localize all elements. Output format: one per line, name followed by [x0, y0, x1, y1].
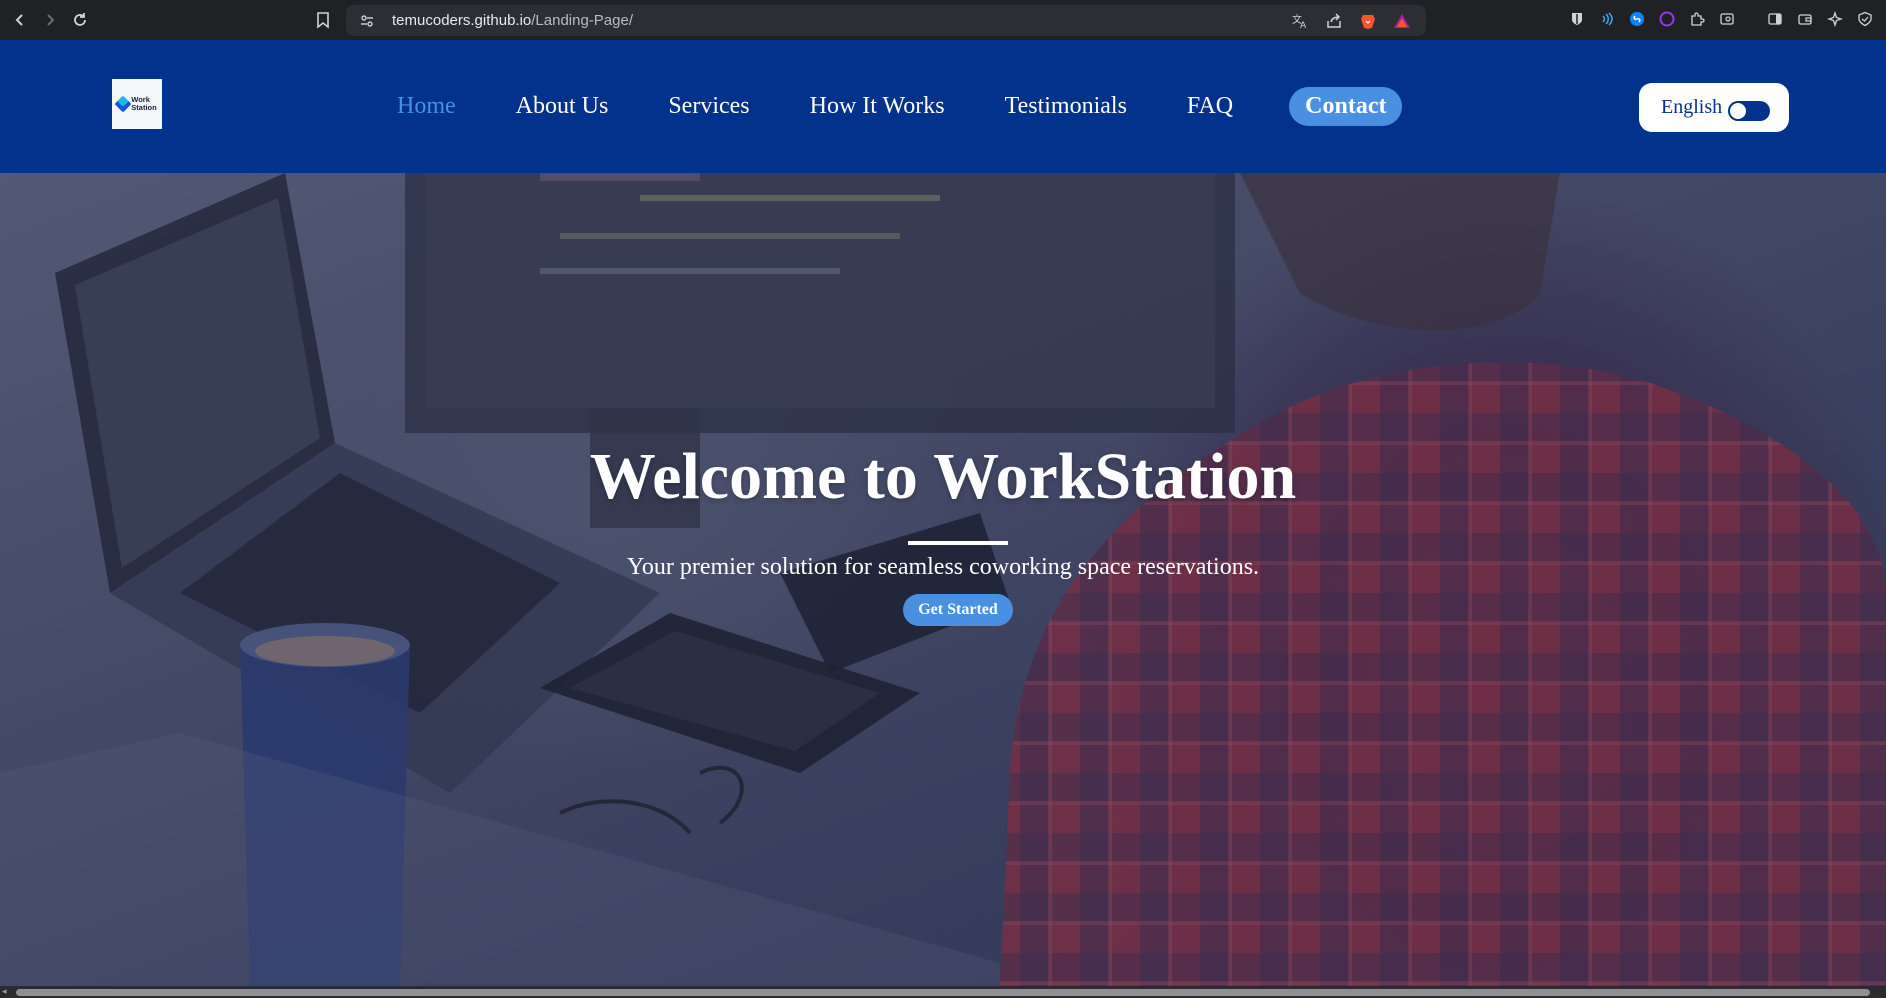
contact-button[interactable]: Contact	[1289, 87, 1403, 126]
workstation-logo[interactable]: Work Station	[112, 79, 162, 129]
reload-icon[interactable]	[68, 8, 92, 32]
share-icon[interactable]	[1324, 11, 1344, 31]
logo-mark-icon	[114, 95, 132, 113]
nav-link-testimonials[interactable]: Testimonials	[1005, 93, 1127, 120]
hero-title: Welcome to WorkStation	[589, 440, 1297, 513]
speech-extension-icon[interactable]	[1597, 9, 1617, 29]
nav-link-faq[interactable]: FAQ	[1187, 93, 1233, 120]
site-settings-icon[interactable]	[358, 12, 376, 30]
site-header: Work Station Home About Us Services How I…	[0, 40, 1886, 173]
language-toggle[interactable]	[1728, 100, 1771, 121]
scrollbar-thumb[interactable]	[16, 989, 1870, 996]
language-switcher[interactable]: English	[1639, 83, 1789, 132]
main-navigation: Home About Us Services How It Works Test…	[397, 80, 1403, 133]
circle-extension-icon[interactable]	[1657, 9, 1677, 29]
nav-link-how-it-works[interactable]: How It Works	[810, 93, 945, 120]
scroll-left-arrow-icon[interactable]: ◂	[2, 986, 12, 998]
hero-divider	[908, 541, 1008, 545]
svg-text:A: A	[1300, 21, 1307, 30]
back-arrow-icon[interactable]	[8, 8, 32, 32]
browser-toolbar: temucoders.github.io/Landing-Page/ 文A	[0, 0, 1886, 40]
url-text: temucoders.github.io/Landing-Page/	[392, 12, 633, 29]
translate-icon[interactable]: 文A	[1290, 11, 1310, 31]
language-label: English	[1661, 96, 1723, 118]
sidebar-toggle-icon[interactable]	[1765, 9, 1785, 29]
hero-subtitle: Your premier solution for seamless cowor…	[626, 554, 1260, 580]
get-started-button[interactable]: Get Started	[903, 594, 1013, 626]
toggle-knob	[1730, 102, 1747, 119]
vpn-shield-icon[interactable]	[1855, 9, 1875, 29]
logo-wordmark: Work Station	[131, 95, 157, 112]
brave-lion-icon[interactable]	[1358, 11, 1378, 31]
password-manager-extension-icon[interactable]	[1567, 9, 1587, 29]
bookmark-icon[interactable]	[312, 9, 334, 31]
hero-section: Welcome to WorkStation Your premier solu…	[0, 173, 1886, 986]
horizontal-scrollbar[interactable]: ◂	[0, 986, 1886, 998]
nav-link-home[interactable]: Home	[397, 93, 456, 120]
shazam-extension-icon[interactable]	[1627, 9, 1647, 29]
brave-rewards-icon[interactable]	[1392, 11, 1412, 31]
hero-content: Welcome to WorkStation Your premier solu…	[0, 173, 1886, 986]
leo-ai-icon[interactable]	[1825, 9, 1845, 29]
wallet-icon[interactable]	[1795, 9, 1815, 29]
screenshot-extension-icon[interactable]	[1717, 9, 1737, 29]
forward-arrow-icon[interactable]	[38, 8, 62, 32]
nav-link-services[interactable]: Services	[668, 93, 749, 120]
nav-link-about-us[interactable]: About Us	[516, 93, 609, 120]
extensions-puzzle-icon[interactable]	[1687, 9, 1707, 29]
address-bar[interactable]: temucoders.github.io/Landing-Page/ 文A	[346, 5, 1426, 36]
